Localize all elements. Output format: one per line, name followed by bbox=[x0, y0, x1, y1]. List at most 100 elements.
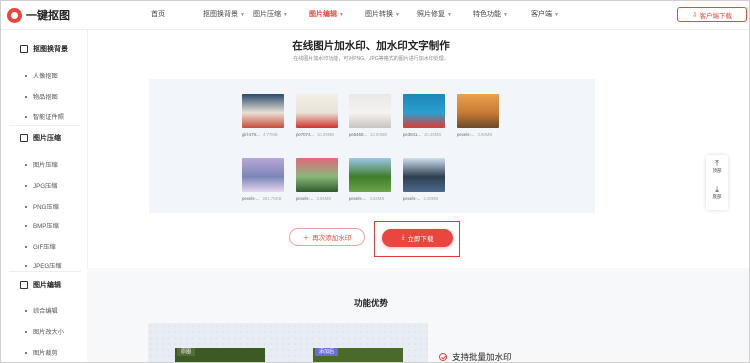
main-nav: 首页 抠图换背景 ▼ 图片压缩 ▼ 图片编辑 ▼ 图片转换 ▼ 照片修复 ▼ 特色功能 ▼ 客户端 ▼ bbox=[151, 1, 581, 29]
scroll-bottom-button[interactable]: ⤓ 底部 bbox=[706, 185, 728, 200]
sidebar-item[interactable]: 图片改大小 bbox=[25, 327, 64, 336]
image-thumbnail[interactable] bbox=[403, 158, 445, 192]
chevron-down-icon: ▼ bbox=[503, 12, 508, 18]
nav-label: 照片修复 bbox=[417, 11, 445, 18]
nav-item-7[interactable]: 客户端 ▼ bbox=[531, 1, 581, 29]
chevron-down-icon: ▼ bbox=[240, 12, 245, 18]
image-filesize: 4.77MB bbox=[262, 132, 278, 137]
features-title: 功能优势 bbox=[353, 298, 388, 308]
download-icon: ⇩ bbox=[692, 11, 698, 19]
sidebar-item[interactable]: GIF压缩 bbox=[25, 242, 56, 251]
nav-item-6[interactable]: 特色功能 ▼ bbox=[473, 1, 531, 29]
bullet-icon bbox=[25, 95, 27, 98]
sidebar-item[interactable]: JPG压缩 bbox=[25, 181, 57, 190]
image-icon bbox=[20, 45, 28, 53]
sidebar-item[interactable]: 人像抠图 bbox=[25, 71, 58, 80]
sidebar-item-label: 智能证件照 bbox=[33, 114, 64, 121]
chevron-down-icon: ▼ bbox=[395, 12, 400, 18]
nav-label: 图片转换 bbox=[365, 11, 393, 18]
sidebar-section-0[interactable]: 抠图换背景 bbox=[20, 44, 68, 54]
image-caption: pe3041... 10.49MB bbox=[403, 132, 441, 137]
image-thumbnail[interactable] bbox=[296, 94, 338, 128]
image-thumbnail[interactable] bbox=[349, 158, 391, 192]
sidebar-item[interactable]: BMP压缩 bbox=[25, 221, 59, 230]
sidebar-divider bbox=[9, 271, 81, 272]
nav-item-3[interactable]: 图片编辑 ▼ bbox=[309, 1, 365, 29]
watermarked-tag: 添加后 bbox=[315, 348, 339, 356]
bullet-icon bbox=[25, 74, 27, 77]
top-header: 一键抠图 首页 抠图换背景 ▼ 图片压缩 ▼ 图片编辑 ▼ 图片转换 ▼ 照片修复 ▼ 特色功能 ▼ 客户… bbox=[1, 1, 749, 30]
scroll-bottom-label: 底部 bbox=[712, 194, 722, 199]
feature-label: 支持批量加水印 bbox=[452, 352, 512, 362]
logo-text: 一键抠图 bbox=[26, 10, 70, 22]
sidebar-item-label: PNG压缩 bbox=[33, 204, 59, 211]
image-caption: pexels-... 3.65MB bbox=[296, 196, 331, 201]
sidebar-item[interactable]: 图片压缩 bbox=[25, 160, 58, 169]
image-icon bbox=[20, 134, 28, 142]
nav-item-1[interactable]: 抠图换背景 ▼ bbox=[203, 1, 253, 29]
sidebar-item[interactable]: 图片裁剪 bbox=[25, 348, 58, 357]
download-client-button[interactable]: ⇩ 客户端下载 bbox=[677, 7, 747, 22]
bullet-icon bbox=[25, 330, 27, 333]
nav-label: 特色功能 bbox=[473, 11, 501, 18]
scroll-top-button[interactable]: ⤒ 顶部 bbox=[706, 159, 728, 174]
image-thumbnail[interactable] bbox=[403, 94, 445, 128]
sidebar-section-2[interactable]: 图片编辑 bbox=[20, 280, 61, 290]
bullet-icon bbox=[25, 163, 27, 166]
sidebar-item[interactable]: 物品抠图 bbox=[25, 92, 58, 101]
sidebar-divider bbox=[9, 125, 81, 126]
sidebar-item[interactable]: JPEG压缩 bbox=[25, 261, 62, 270]
sidebar-item[interactable]: 综合编辑 bbox=[25, 306, 58, 315]
image-caption: pexels-... 3.59MB bbox=[457, 132, 492, 137]
page-subtitle: 在线图片加水印功能，可对PNG、JPG等格式的图片进行加水印处理。 bbox=[293, 56, 449, 62]
image-thumbnail[interactable] bbox=[457, 94, 499, 128]
original-tag: 原图 bbox=[177, 348, 196, 356]
arrow-down-icon: ⤓ bbox=[715, 185, 719, 194]
download-icon: ⤓ bbox=[401, 234, 405, 241]
image-thumbnail[interactable] bbox=[242, 158, 284, 192]
sidebar-section-title: 图片压缩 bbox=[33, 135, 61, 142]
sidebar-item-label: 人像抠图 bbox=[33, 73, 58, 80]
bullet-icon bbox=[25, 245, 27, 248]
bullet-icon bbox=[25, 224, 27, 227]
sidebar-item-label: 综合编辑 bbox=[33, 308, 58, 315]
feature-item-batch: 支持批量加水印 bbox=[439, 351, 512, 362]
add-watermark-again-button[interactable]: ＋ 再次添加水印 bbox=[289, 228, 365, 246]
page-title: 在线图片加水印、加水印文字制作 bbox=[292, 40, 450, 52]
sidebar-item[interactable]: PNG压缩 bbox=[25, 202, 59, 211]
download-now-button[interactable]: ⤓ 立即下载 bbox=[382, 229, 453, 247]
sidebar-item-label: 图片压缩 bbox=[33, 162, 58, 169]
nav-item-0[interactable]: 首页 bbox=[151, 1, 203, 29]
app-window: 一键抠图 首页 抠图换背景 ▼ 图片压缩 ▼ 图片编辑 ▼ 图片转换 ▼ 照片修复 ▼ 特色功能 ▼ 客户… bbox=[0, 0, 750, 363]
sidebar-item-label: 物品抠图 bbox=[33, 94, 58, 101]
nav-label: 图片压缩 bbox=[253, 11, 281, 18]
add-again-label: 再次添加水印 bbox=[312, 235, 352, 242]
scroll-helper: ⤒ 顶部 ⤓ 底部 bbox=[706, 155, 728, 210]
sidebar-section-title: 抠图换背景 bbox=[33, 46, 68, 53]
nav-label: 图片编辑 bbox=[309, 11, 337, 18]
nav-label: 首页 bbox=[151, 11, 165, 18]
bullet-icon bbox=[25, 184, 27, 187]
image-filesize: 10.29MB bbox=[316, 132, 335, 137]
sidebar-section-1[interactable]: 图片压缩 bbox=[20, 133, 61, 143]
image-thumbnail[interactable] bbox=[296, 158, 338, 192]
image-filename: pexels-... bbox=[457, 132, 475, 137]
sidebar-item-label: BMP压缩 bbox=[33, 223, 59, 230]
nav-item-2[interactable]: 图片压缩 ▼ bbox=[253, 1, 309, 29]
nav-item-5[interactable]: 照片修复 ▼ bbox=[417, 1, 473, 29]
image-filesize: 3.62MB bbox=[369, 196, 385, 201]
bullet-icon bbox=[25, 264, 27, 267]
sidebar-item[interactable]: 智能证件照 bbox=[25, 112, 64, 121]
chevron-down-icon: ▼ bbox=[283, 12, 288, 18]
sidebar: 抠图换背景 人像抠图 物品抠图 智能证件照 图片压缩 图片压缩 JPG压缩 PNG压缩 BMP压… bbox=[1, 30, 88, 362]
image-caption: pexels-... 2.08MB bbox=[403, 196, 438, 201]
bullet-icon bbox=[25, 115, 27, 118]
logo[interactable]: 一键抠图 bbox=[7, 7, 70, 23]
image-filesize: 2.08MB bbox=[423, 196, 439, 201]
download-now-label: 立即下载 bbox=[407, 236, 434, 243]
image-thumbnail[interactable] bbox=[242, 94, 284, 128]
image-caption: pe5450... 13.00MB bbox=[349, 132, 387, 137]
nav-item-4[interactable]: 图片转换 ▼ bbox=[365, 1, 417, 29]
image-thumbnail[interactable] bbox=[349, 94, 391, 128]
image-filename: pe3041... bbox=[403, 132, 421, 137]
